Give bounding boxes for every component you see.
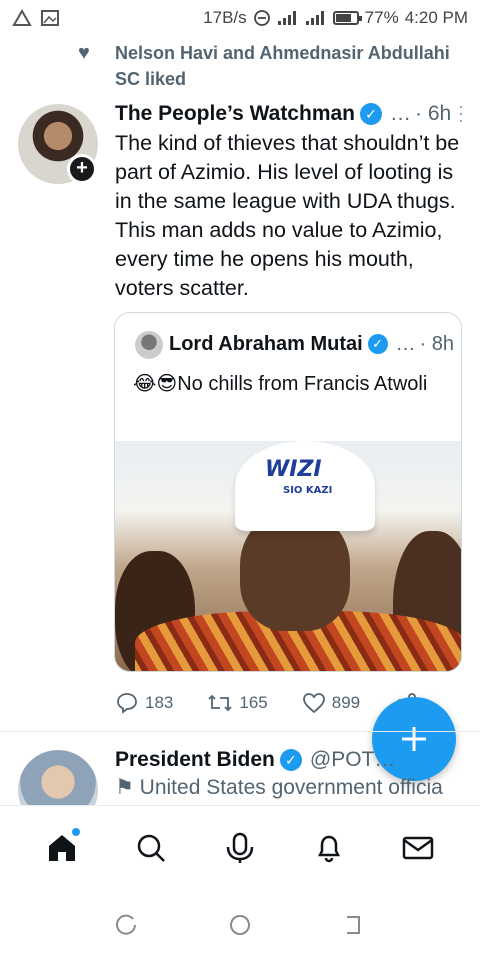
government-label: ⚑ United States government officia bbox=[115, 775, 480, 803]
quote-author-handle: … bbox=[395, 332, 416, 355]
cap-logo-subtext: SIO KAZI bbox=[283, 485, 333, 496]
quoted-tweet[interactable]: Lord Abraham Mutai ✓ … · 8h 😂😎No chills … bbox=[114, 312, 462, 672]
clock: 4:20 PM bbox=[404, 8, 468, 27]
flag-icon: ⚑ bbox=[115, 776, 134, 799]
signal-icon bbox=[277, 11, 296, 25]
tweet-header: The People’s Watchman ✓ … · 6h bbox=[115, 100, 470, 128]
search-icon bbox=[137, 834, 166, 862]
bottom-navigation bbox=[0, 805, 480, 889]
author-handle: … bbox=[390, 102, 411, 125]
reply-count: 183 bbox=[145, 693, 174, 712]
signal-icon-2 bbox=[305, 11, 324, 25]
system-navigation bbox=[0, 890, 480, 960]
nav-notifications[interactable] bbox=[305, 824, 353, 872]
retweet-count: 165 bbox=[239, 693, 268, 712]
home-icon bbox=[49, 834, 76, 861]
tweet-header: President Biden ✓ @POT… bbox=[115, 746, 465, 774]
retweet-button[interactable]: 165 bbox=[207, 692, 268, 714]
verified-badge-icon: ✓ bbox=[360, 103, 382, 125]
back-icon[interactable] bbox=[341, 913, 365, 937]
author-name[interactable]: President Biden bbox=[115, 748, 275, 772]
reply-icon bbox=[117, 693, 137, 714]
government-label-text: United States government officia bbox=[139, 776, 443, 799]
verified-badge-icon: ✓ bbox=[367, 334, 388, 354]
mail-icon bbox=[402, 836, 433, 859]
quote-time: · 8h bbox=[419, 332, 454, 355]
follow-plus-icon[interactable]: + bbox=[67, 154, 97, 184]
liked-by-text[interactable]: Nelson Havi and Ahmednasir Abdullahi SC … bbox=[115, 40, 465, 92]
battery-percent: 77% bbox=[364, 8, 399, 27]
author-handle: @POT… bbox=[309, 748, 396, 771]
quote-media-image[interactable]: WIZI SIO KAZI bbox=[115, 441, 461, 671]
battery-icon bbox=[332, 11, 362, 25]
notification-dot bbox=[72, 827, 81, 836]
nav-search[interactable] bbox=[127, 824, 175, 872]
dnd-icon bbox=[253, 10, 270, 26]
nav-home[interactable] bbox=[38, 824, 86, 872]
tweet-text[interactable]: The kind of thieves that shouldn’t be pa… bbox=[115, 129, 470, 303]
author-name[interactable]: The People’s Watchman bbox=[115, 102, 355, 126]
quote-header: Lord Abraham Mutai ✓ … · 8h bbox=[169, 329, 454, 359]
heart-icon: ♥ bbox=[78, 42, 90, 64]
tweet-time: · 6h bbox=[415, 102, 452, 125]
nav-spaces[interactable] bbox=[216, 824, 264, 872]
retweet-icon bbox=[208, 694, 233, 712]
quote-emoji: 😂😎 bbox=[133, 373, 178, 395]
quote-text: No chills from Francis Atwoli bbox=[177, 373, 428, 395]
cap-logo-text: WIZI bbox=[265, 457, 322, 482]
like-count: 899 bbox=[331, 693, 361, 712]
spaces-microphone-icon bbox=[226, 832, 254, 863]
social-context: ♥ Nelson Havi and Ahmednasir Abdullahi S… bbox=[0, 40, 480, 96]
bell-icon bbox=[317, 835, 340, 862]
divider bbox=[0, 731, 480, 732]
like-heart-icon bbox=[302, 693, 325, 714]
image-notification-icon bbox=[41, 10, 59, 26]
status-bar: 17B/s 77% 4:20 PM bbox=[0, 0, 480, 36]
like-button[interactable]: 899 bbox=[302, 692, 360, 714]
home-circle-icon[interactable] bbox=[228, 913, 252, 937]
quote-author-name: Lord Abraham Mutai bbox=[169, 332, 363, 355]
more-options-icon[interactable]: · · · bbox=[458, 97, 464, 129]
quote-text-block: 😂😎No chills from Francis Atwoli bbox=[133, 370, 453, 399]
network-speed: 17B/s bbox=[203, 8, 247, 27]
notification-warning-icon bbox=[12, 9, 32, 26]
reply-button[interactable]: 183 bbox=[115, 692, 173, 714]
quote-avatar bbox=[135, 331, 163, 359]
nav-messages[interactable] bbox=[394, 824, 442, 872]
recents-icon[interactable] bbox=[115, 913, 139, 937]
verified-badge-icon: ✓ bbox=[279, 749, 302, 771]
